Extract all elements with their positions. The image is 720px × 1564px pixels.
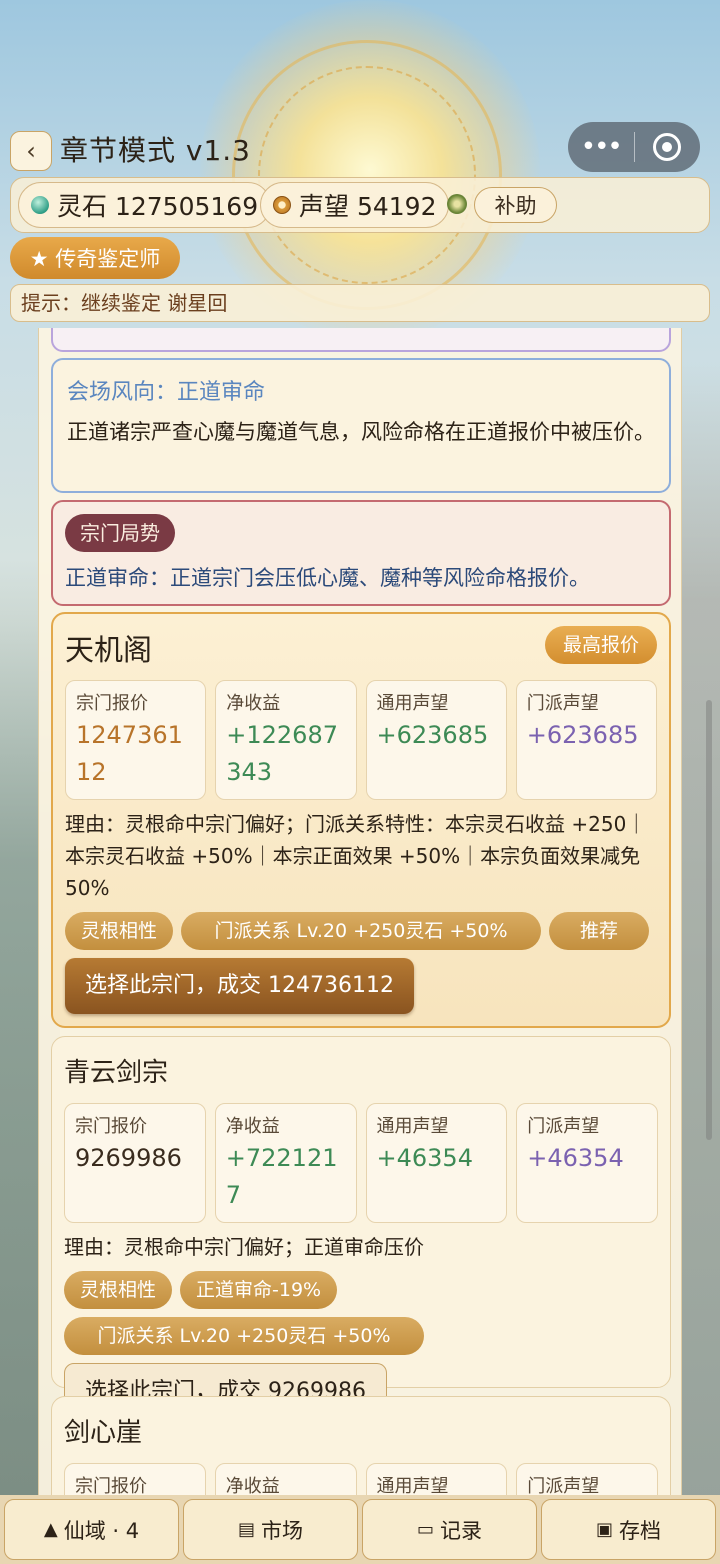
mountain-icon: ▲ xyxy=(43,1519,58,1540)
sect-offer-scroll-area[interactable]: 会场风向：正道审命 正道诸宗严查心魔与魔道气息，风险命格在正道报价中被压价。 宗… xyxy=(38,328,682,1495)
stat-value: +122687343 xyxy=(226,721,338,786)
reputation-value: 声望 54192 xyxy=(299,192,437,221)
sect-stats: 宗门报价 9269986 净收益 +7221217 通用声望 +46354 门派… xyxy=(64,1103,658,1223)
stat-general-rep: 通用声望 xyxy=(365,1463,508,1495)
stat-general-rep: 通用声望 +46354 xyxy=(365,1103,508,1223)
back-button[interactable]: ‹ xyxy=(10,131,52,171)
sect-name: 剑心崖 xyxy=(64,1418,143,1448)
spirit-stone-icon xyxy=(31,196,49,214)
offer-reason: 理由：灵根命中宗门偏好；门派关系特性：本宗灵石收益 +250｜本宗灵石收益 +5… xyxy=(65,812,647,900)
nav-label: 记录 xyxy=(440,1518,482,1543)
sect-situation-card: 宗门局势 正道审命：正道宗门会压低心魔、魔种等风险命格报价。 xyxy=(51,500,671,606)
stat-value: +46354 xyxy=(527,1144,624,1172)
tag-faction-relation: 门派关系 Lv.20 +250灵石 +50% xyxy=(181,912,542,950)
rank-badge: ★ 传奇鉴定师 xyxy=(10,237,180,279)
sect-situation-tag: 宗门局势 xyxy=(65,514,175,552)
sect-situation-text: 正道审命：正道宗门会压低心魔、魔种等风险命格报价。 xyxy=(65,566,590,590)
bottom-navigation: ▲ 仙域 · 4 ▤ 市场 ▭ 记录 ▣ 存档 xyxy=(0,1495,720,1564)
stat-label: 净收益 xyxy=(226,693,281,714)
stat-net-gain: 净收益 +7221217 xyxy=(214,1103,357,1223)
spirit-stone-display: 灵石 127505169 xyxy=(18,182,272,228)
reputation-display: 声望 54192 xyxy=(260,182,450,228)
tag-recommended: 推荐 xyxy=(549,912,650,950)
nav-label: 存档 xyxy=(619,1518,661,1543)
page-scrollbar[interactable] xyxy=(706,700,712,1140)
nav-save-button[interactable]: ▣ 存档 xyxy=(541,1499,716,1560)
stat-sect-offer: 宗门报价 xyxy=(64,1463,206,1495)
stat-faction-rep: 门派声望 xyxy=(516,1463,658,1495)
floppy-icon: ▣ xyxy=(595,1519,613,1540)
stat-faction-rep: 门派声望 +623685 xyxy=(515,680,657,800)
stat-value: +623685 xyxy=(526,721,639,749)
stat-value: 124736112 xyxy=(76,721,183,786)
stat-label: 宗门报价 xyxy=(75,1476,147,1495)
clipboard-icon: ▤ xyxy=(237,1519,255,1540)
stat-net-gain: 净收益 +122687343 xyxy=(215,680,357,800)
stat-label: 门派声望 xyxy=(527,1476,600,1495)
sect-name: 青云剑宗 xyxy=(64,1058,169,1088)
stat-sect-offer: 宗门报价 124736112 xyxy=(65,680,207,800)
previous-info-card xyxy=(51,328,671,352)
tag-root-affinity: 灵根相性 xyxy=(65,912,174,950)
stat-value: +7221217 xyxy=(225,1144,338,1209)
nav-market-button[interactable]: ▤ 市场 xyxy=(183,1499,358,1560)
more-dots-icon: ••• xyxy=(580,132,623,162)
aid-coin-icon xyxy=(447,194,467,214)
page-title: 章节模式 v1.3 xyxy=(60,134,252,167)
sect-card-qingyunjianzong: 青云剑宗 宗门报价 9269986 净收益 +7221217 通用声望 +463… xyxy=(51,1036,671,1419)
stat-label: 净收益 xyxy=(225,1476,280,1495)
seal-inner-ring xyxy=(258,66,476,284)
more-menu-button[interactable]: ••• xyxy=(568,122,634,172)
stat-net-gain: 净收益 xyxy=(214,1463,357,1495)
stat-label: 宗门报价 xyxy=(76,693,148,714)
chevron-left-icon: ‹ xyxy=(26,137,36,165)
offer-reason: 理由：灵根命中宗门偏好；正道审命压价 xyxy=(64,1235,424,1259)
tag-orthodox-review: 正道审命-19% xyxy=(180,1271,338,1309)
stat-label: 门派声望 xyxy=(526,693,599,714)
stat-label: 通用声望 xyxy=(376,1476,449,1495)
stat-label: 通用声望 xyxy=(376,693,449,714)
stat-label: 净收益 xyxy=(225,1116,280,1137)
stat-value: 9269986 xyxy=(75,1144,182,1172)
market-wind-card: 会场风向：正道审命 正道诸宗严查心魔与魔道气息，风险命格在正道报价中被压价。 xyxy=(51,358,671,493)
sect-tags: 灵根相性 门派关系 Lv.20 +250灵石 +50% 推荐 xyxy=(65,912,657,950)
reputation-medal-icon xyxy=(273,196,291,214)
nav-label: 仙域 · 4 xyxy=(63,1518,140,1543)
spirit-stone-value: 灵石 127505169 xyxy=(57,192,259,221)
highest-offer-badge: 最高报价 xyxy=(544,626,657,664)
sect-stats: 宗门报价 净收益 通用声望 门派声望 xyxy=(64,1463,658,1495)
stat-label: 通用声望 xyxy=(376,1116,449,1137)
nav-realm-button[interactable]: ▲ 仙域 · 4 xyxy=(4,1499,179,1560)
stat-label: 宗门报价 xyxy=(75,1116,147,1137)
stat-faction-rep: 门派声望 +46354 xyxy=(516,1103,658,1223)
stat-label: 门派声望 xyxy=(527,1116,600,1137)
target-close-icon xyxy=(653,133,682,161)
hint-bar: 提示：继续鉴定 谢星回 xyxy=(10,284,710,322)
sect-stats: 宗门报价 124736112 净收益 +122687343 通用声望 +6236… xyxy=(65,680,657,800)
nav-record-button[interactable]: ▭ 记录 xyxy=(362,1499,537,1560)
choose-sect-button[interactable]: 选择此宗门，成交 124736112 xyxy=(65,958,414,1014)
market-wind-heading: 会场风向：正道审命 xyxy=(67,380,266,405)
sect-tags: 灵根相性 正道审命-19% 门派关系 Lv.20 +250灵石 +50% xyxy=(64,1271,658,1355)
mini-program-capsule: ••• xyxy=(568,122,700,172)
stat-value: +623685 xyxy=(376,721,489,749)
sect-card-jianxinya: 剑心崖 宗门报价 净收益 通用声望 门派声望 xyxy=(51,1396,671,1495)
tag-faction-relation: 门派关系 Lv.20 +250灵石 +50% xyxy=(64,1317,424,1355)
nav-label: 市场 xyxy=(261,1518,303,1543)
tag-root-affinity: 灵根相性 xyxy=(64,1271,173,1309)
market-wind-text: 正道诸宗严查心魔与魔道气息，风险命格在正道报价中被压价。 xyxy=(67,420,655,444)
close-mini-program-button[interactable] xyxy=(635,133,701,161)
sect-card-tianjige: 天机阁 最高报价 宗门报价 124736112 净收益 +122687343 通… xyxy=(51,612,671,1028)
stat-sect-offer: 宗门报价 9269986 xyxy=(64,1103,206,1223)
stat-value: +46354 xyxy=(376,1144,473,1172)
aid-button[interactable]: 补助 xyxy=(474,187,557,223)
stat-general-rep: 通用声望 +623685 xyxy=(365,680,507,800)
book-icon: ▭ xyxy=(416,1519,434,1540)
